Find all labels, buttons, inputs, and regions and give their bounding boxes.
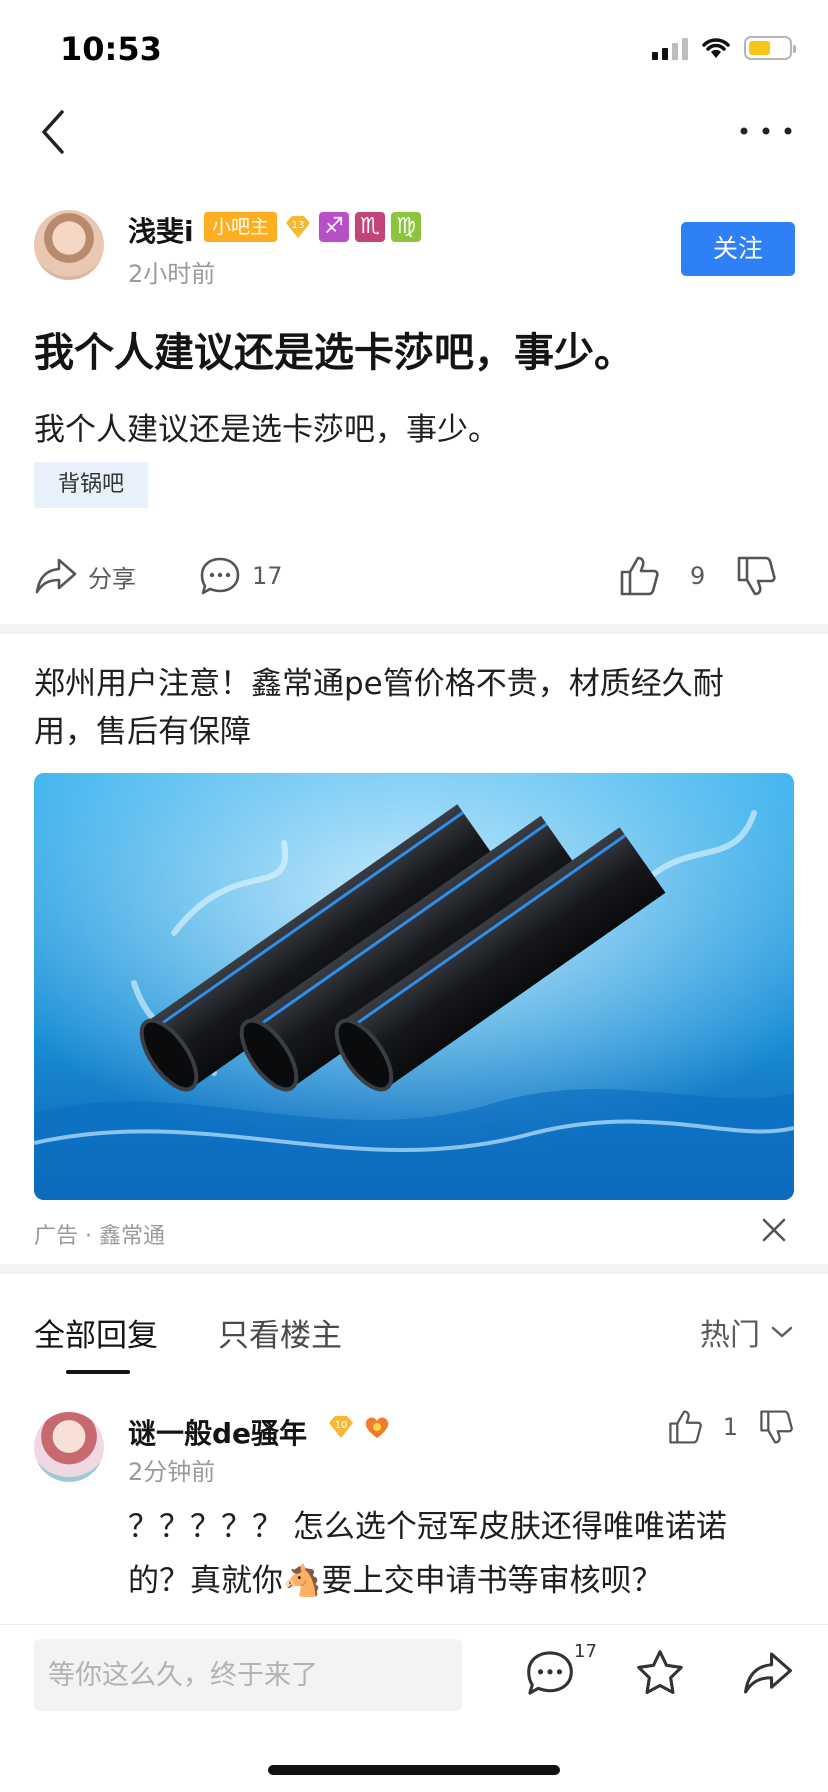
status-bar: 10:53 <box>0 0 828 100</box>
post-actions: 分享 17 9 <box>0 548 828 604</box>
ad-image[interactable] <box>34 773 794 1200</box>
commenter-avatar[interactable] <box>34 1412 104 1482</box>
ad-title[interactable]: 郑州用户注意！鑫常通pe管价格不贵，材质经久耐用，售后有保障 <box>34 660 734 756</box>
tab-all-replies[interactable]: 全部回复 <box>34 1310 158 1355</box>
author-name[interactable]: 浅斐i <box>128 210 194 250</box>
pe-pipe-ad-illustration <box>34 773 794 1200</box>
chevron-down-icon <box>771 1326 793 1338</box>
status-icons <box>652 36 796 60</box>
like-group: 9 <box>618 548 777 604</box>
post-title: 我个人建议还是选卡莎吧，事少。 <box>34 330 634 376</box>
zodiac-sagittarius-icon: ♐ <box>319 212 350 242</box>
bazhu-badge: 小吧主 <box>204 212 278 242</box>
wifi-icon <box>702 38 730 58</box>
commenter-level: 10 <box>335 1420 348 1431</box>
author-level: 13 <box>292 220 305 231</box>
commenter-badges: 10 <box>326 1414 392 1440</box>
comment-time: 2分钟前 <box>128 1458 216 1486</box>
battery-icon <box>744 36 796 60</box>
like-count: 9 <box>690 562 706 590</box>
section-divider <box>0 624 828 634</box>
share-icon <box>35 558 77 594</box>
level-badge-icon: 13 <box>286 216 311 238</box>
comment-count: 17 <box>252 562 283 590</box>
close-icon[interactable] <box>760 1216 788 1244</box>
thumb-down-icon[interactable] <box>735 554 777 598</box>
post-time: 2小时前 <box>128 260 216 288</box>
bottom-bar: 17 <box>0 1624 828 1792</box>
thumb-down-icon[interactable] <box>758 1408 794 1446</box>
signal-icon <box>652 36 688 60</box>
post-body: 我个人建议还是选卡莎吧，事少。 <box>34 412 499 448</box>
comment-icon[interactable] <box>524 1647 576 1699</box>
tab-active-indicator <box>66 1370 130 1374</box>
commenter-name[interactable]: 谜一般de骚年 <box>128 1412 307 1452</box>
home-indicator <box>268 1765 560 1775</box>
chevron-left-icon[interactable] <box>32 100 76 164</box>
comment-icon <box>200 557 240 595</box>
share-icon[interactable] <box>742 1647 794 1699</box>
author-badges: 小吧主 13 ♐ ♏ ♍ <box>204 212 422 242</box>
follow-button[interactable]: 关注 <box>681 222 795 276</box>
comment-like-count: 1 <box>722 1413 738 1441</box>
forum-tag[interactable]: 背锅吧 <box>34 462 149 508</box>
share-button[interactable]: 分享 <box>34 548 136 604</box>
thumb-up-icon[interactable] <box>618 554 660 598</box>
ad-source: 广告 · 鑫常通 <box>34 1224 165 1249</box>
share-label: 分享 <box>88 564 136 593</box>
sort-label: 热门 <box>700 1318 760 1353</box>
thumb-up-icon[interactable] <box>667 1408 703 1446</box>
level-badge-icon: 10 <box>329 1416 353 1438</box>
status-time: 10:53 <box>60 30 162 68</box>
reply-input[interactable] <box>34 1639 462 1711</box>
comment-button[interactable]: 17 <box>198 548 283 604</box>
sort-dropdown[interactable]: 热门 <box>700 1310 794 1354</box>
comment-text: ？？？？？ 怎么选个冠军皮肤还得唯唯诺诺的？真就你🐴要上交申请书等审核呗？ <box>128 1509 727 1599</box>
tab-owner-only[interactable]: 只看楼主 <box>218 1310 342 1355</box>
zodiac-virgo-icon: ♍ <box>391 212 422 242</box>
star-icon[interactable] <box>634 1647 686 1699</box>
more-dots-icon[interactable] <box>736 116 796 146</box>
comment-like-group: 1 <box>667 1408 794 1446</box>
section-divider <box>0 1264 828 1274</box>
zodiac-scorpio-icon: ♏ <box>355 212 386 242</box>
heart-badge-icon <box>365 1417 389 1438</box>
author-avatar[interactable] <box>34 210 104 280</box>
bottom-comment-count: 17 <box>574 1641 597 1662</box>
